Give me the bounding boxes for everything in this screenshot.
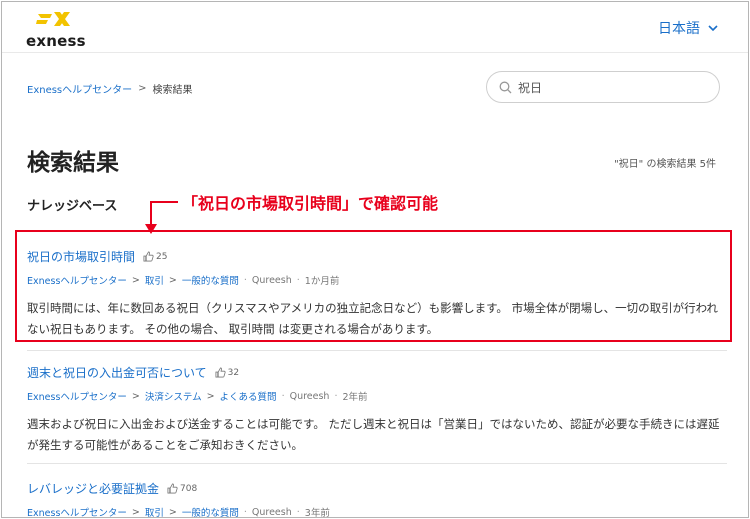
result-path-home[interactable]: Exnessヘルプセンター: [27, 505, 127, 517]
language-selector[interactable]: 日本語: [658, 18, 718, 38]
result-title-link[interactable]: 祝日の市場取引時間: [27, 248, 135, 265]
search-icon: [499, 81, 512, 93]
page-title: 検索結果: [27, 150, 119, 176]
result-path-category[interactable]: 取引: [145, 273, 164, 287]
header-divider: [2, 52, 748, 53]
vote-count: 25: [143, 251, 167, 262]
result-author: Qureesh: [289, 390, 330, 402]
result-meta: Exnessヘルプセンター > 取引 > 一般的な質問 · Qureesh · …: [27, 505, 330, 518]
result-meta: Exnessヘルプセンター > 取引 > 一般的な質問 · Qureesh · …: [27, 273, 340, 288]
result-divider: [27, 463, 727, 464]
vote-count: 32: [215, 367, 239, 378]
language-label: 日本語: [658, 21, 700, 37]
result-path-section[interactable]: 一般的な質問: [182, 273, 239, 287]
result-time: 1か月前: [304, 276, 340, 287]
result-path-category[interactable]: 取引: [145, 505, 164, 517]
search-box[interactable]: [486, 71, 720, 103]
result-divider: [27, 350, 727, 351]
result-snippet: 週末および祝日に入出金および送金することは可能です。 ただし週末と祝日は「営業日…: [27, 417, 720, 452]
result-path-home[interactable]: Exnessヘルプセンター: [27, 273, 127, 287]
thumbs-up-icon: [143, 251, 154, 262]
exness-logo[interactable]: exness: [26, 10, 86, 50]
page-frame: exness 日本語 Exnessヘルプセンター > 検索結果 検索結果 "祝日…: [1, 1, 749, 518]
chevron-down-icon: [708, 24, 718, 31]
result-snippet: 取引時間には、年に数回ある祝日（クリスマスやアメリカの独立記念日など）も影響しま…: [27, 301, 719, 336]
result-meta: Exnessヘルプセンター > 決済システム > よくある質問 · Qurees…: [27, 389, 368, 404]
result-path-category[interactable]: 決済システム: [145, 389, 202, 403]
breadcrumb: Exnessヘルプセンター > 検索結果: [27, 81, 193, 96]
breadcrumb-separator: >: [138, 83, 147, 94]
result-author: Qureesh: [251, 274, 292, 286]
breadcrumb-home-link[interactable]: Exnessヘルプセンター: [27, 81, 132, 96]
result-title-link[interactable]: 週末と祝日の入出金可否について: [27, 364, 207, 381]
breadcrumb-current: 検索結果: [152, 85, 193, 96]
result-path-home[interactable]: Exnessヘルプセンター: [27, 389, 127, 403]
logo-text: exness: [26, 32, 86, 50]
thumbs-up-icon: [167, 483, 178, 494]
section-heading-knowledge-base: ナレッジベース: [27, 199, 118, 214]
search-input[interactable]: [518, 80, 698, 94]
search-result: レバレッジと必要証拠金 708 Exnessヘルプセンター > 取引 > 一般的…: [27, 480, 727, 518]
result-time: 2年前: [342, 392, 368, 403]
result-title-link[interactable]: レバレッジと必要証拠金: [27, 480, 159, 497]
exness-logo-icon: [36, 12, 70, 26]
vote-count: 708: [167, 483, 197, 494]
result-author: Qureesh: [251, 506, 292, 518]
search-result: 祝日の市場取引時間 25 Exnessヘルプセンター > 取引 > 一般的な質問…: [27, 248, 727, 340]
result-path-section[interactable]: よくある質問: [220, 389, 277, 403]
search-result: 週末と祝日の入出金可否について 32 Exnessヘルプセンター > 決済システ…: [27, 364, 727, 456]
annotation-callout: 「祝日の市場取引時間」で確認可能: [182, 194, 439, 213]
result-path-section[interactable]: 一般的な質問: [182, 505, 239, 517]
result-time: 3年前: [304, 508, 330, 518]
result-count: "祝日" の検索結果 5件: [614, 159, 716, 170]
thumbs-up-icon: [215, 367, 226, 378]
